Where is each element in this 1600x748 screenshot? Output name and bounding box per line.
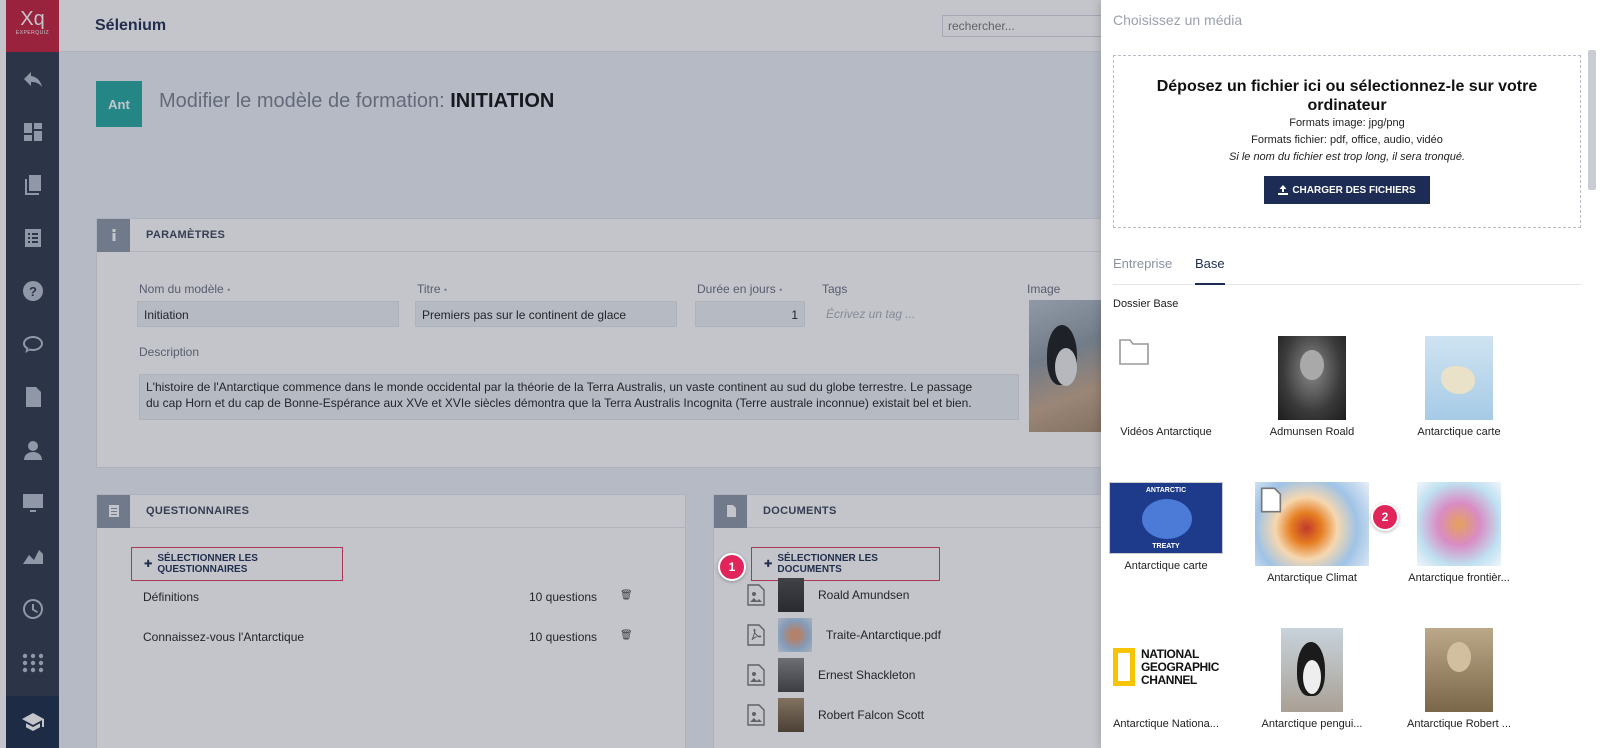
modal-backdrop[interactable]: [0, 0, 1101, 748]
portrait-face: [1447, 642, 1471, 672]
folder-icon: [1119, 339, 1149, 365]
map-landmass: [1441, 366, 1475, 394]
media-label: Antarctique Robert ...: [1407, 718, 1511, 730]
dropzone[interactable]: Déposez un fichier ici ou sélectionnez-l…: [1113, 55, 1581, 228]
media-label: Antarctique Climat: [1267, 572, 1357, 584]
media-label: Antarctique carte: [1124, 560, 1208, 572]
media-item[interactable]: Vidéos Antarctique: [1101, 336, 1231, 438]
drawer-title: Choisissez un média: [1113, 12, 1243, 28]
media-thumbnail: ANTARCTIC TREATY: [1109, 482, 1223, 554]
upload-icon: [1278, 185, 1289, 195]
media-label: Antarctique Nationa...: [1113, 718, 1219, 730]
upload-label: CHARGER DES FICHIERS: [1292, 184, 1416, 196]
media-thumbnail: [1278, 336, 1346, 420]
media-item[interactable]: Admunsen Roald: [1247, 336, 1377, 438]
pdf-file-icon: [1260, 487, 1282, 513]
formats-file-text: Formats fichier: pdf, office, audio, vid…: [1251, 134, 1443, 146]
app-root: Xq EXPERQUIZ ? Sélenium Ant Modifier le …: [0, 0, 1600, 748]
media-label: Antarctique carte: [1417, 426, 1501, 438]
media-item[interactable]: NATIONAL GEOGRAPHIC CHANNEL Antarctique …: [1101, 628, 1231, 730]
media-thumbnail: [1281, 628, 1343, 712]
media-item[interactable]: Antarctique Robert ...: [1394, 628, 1524, 730]
media-item[interactable]: Antarctique carte: [1394, 336, 1524, 438]
dropzone-title: Déposez un fichier ici ou sélectionnez-l…: [1156, 78, 1538, 114]
media-thumbnail: [1417, 482, 1501, 566]
media-item[interactable]: ANTARCTIC TREATY Antarctique carte: [1101, 482, 1231, 572]
truncate-note: Si le nom du fichier est trop long, il s…: [1228, 151, 1465, 163]
natgeo-logo: [1113, 648, 1135, 686]
step-badge-1: 1: [718, 553, 746, 581]
upload-button[interactable]: CHARGER DES FICHIERS: [1264, 176, 1430, 204]
media-label: Vidéos Antarctique: [1120, 426, 1212, 438]
media-item[interactable]: Antarctique Climat: [1247, 482, 1377, 584]
portrait-face: [1300, 350, 1324, 380]
tab-entreprise[interactable]: Entreprise: [1113, 256, 1172, 285]
drawer-scrollbar[interactable]: [1588, 50, 1596, 190]
step-badge-2: 2: [1371, 503, 1399, 531]
media-label: Admunsen Roald: [1269, 426, 1355, 438]
formats-image-text: Formats image: jpg/png: [1289, 117, 1405, 129]
media-thumbnail: [1255, 482, 1369, 566]
media-thumbnail: [1425, 628, 1493, 712]
media-thumbnail: NATIONAL GEOGRAPHIC CHANNEL: [1109, 628, 1223, 712]
folder-label: Dossier Base: [1113, 298, 1179, 310]
media-label: Antarctique frontièr...: [1408, 572, 1510, 584]
media-item[interactable]: Antarctique pengui...: [1247, 628, 1377, 730]
media-label: Antarctique pengui...: [1261, 718, 1363, 730]
media-drawer: Choisissez un média Déposez un fichier i…: [1101, 0, 1600, 748]
penguin-belly: [1303, 660, 1321, 694]
flags-banner-bottom: TREATY: [1152, 543, 1180, 550]
flags-banner-top: ANTARCTIC: [1145, 487, 1187, 494]
media-tabs: Entreprise Base: [1113, 256, 1581, 285]
flags-globe: [1142, 499, 1192, 539]
media-item[interactable]: Antarctique frontièr...: [1394, 482, 1524, 584]
media-thumbnail: [1425, 336, 1493, 420]
natgeo-line: CHANNEL: [1141, 673, 1197, 687]
tab-base[interactable]: Base: [1195, 256, 1225, 285]
natgeo-text: NATIONAL GEOGRAPHIC CHANNEL: [1141, 648, 1219, 687]
